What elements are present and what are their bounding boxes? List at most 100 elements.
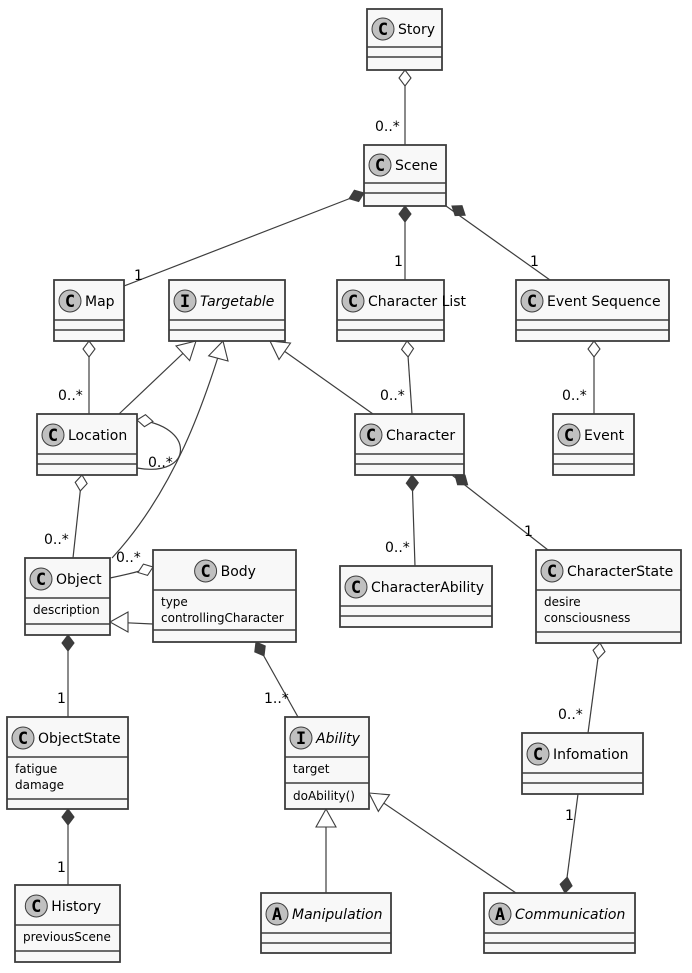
multiplicity-label: 1	[134, 268, 143, 284]
aggregation-diamond-icon	[398, 69, 412, 87]
class-name: Communication	[515, 907, 625, 923]
class-manipulation[interactable]: A Manipulation	[260, 892, 392, 954]
stereotype-letter: C	[200, 562, 210, 582]
composition-diamond-icon	[559, 876, 573, 894]
stereotype-letter: C	[527, 292, 537, 312]
class-ability[interactable]: I Ability target doAbility()	[284, 716, 370, 810]
relation-line	[368, 792, 517, 894]
class-map[interactable]: C Map	[53, 279, 125, 342]
generalization-arrow-icon	[315, 807, 337, 828]
class-box	[339, 565, 493, 628]
attribute: previousScene	[23, 930, 111, 944]
attribute: type	[161, 595, 188, 609]
attribute: description	[33, 603, 100, 617]
classes-layer: C Story C Scene C Map I Targetable C Character Li…	[6, 8, 682, 963]
multiplicity-label: 0..*	[562, 388, 587, 404]
class-box	[515, 279, 670, 342]
multiplicity-label: 0..*	[375, 119, 400, 135]
stereotype-letter: A	[495, 905, 505, 925]
class-name: CharacterState	[567, 564, 673, 580]
relation-aggregation-character-state-information[interactable]	[587, 642, 606, 734]
class-name: Map	[85, 294, 115, 310]
attribute: target	[293, 762, 330, 776]
generalization-arrow-icon	[108, 611, 129, 633]
class-communication[interactable]: A Communication	[483, 892, 636, 954]
aggregation-diamond-icon	[136, 414, 154, 428]
stereotype-letter: C	[65, 292, 75, 312]
multiplicity-label: 0..*	[148, 455, 173, 471]
class-event-sequence[interactable]: C Event Sequence	[515, 279, 670, 342]
class-name: History	[51, 899, 101, 915]
multiplicity-label: 1	[57, 691, 66, 707]
multiplicity-label: 0..*	[380, 388, 405, 404]
relation-realization-character-targetable[interactable]	[264, 333, 374, 415]
relation-realization-location-targetable[interactable]	[118, 334, 203, 415]
stereotype-letter: C	[351, 578, 361, 598]
multiplicity-label: 1	[57, 860, 66, 876]
class-name: Story	[398, 22, 435, 38]
stereotype-letter: C	[378, 20, 388, 40]
class-object[interactable]: C Object description	[24, 557, 111, 636]
relation-aggregation-story-scene[interactable]	[398, 69, 412, 145]
class-name: Infomation	[553, 747, 629, 763]
stereotype-letter: C	[31, 897, 41, 917]
class-name: Character	[386, 428, 455, 444]
stereotype-letter: A	[272, 905, 282, 925]
attribute: fatigue	[15, 762, 57, 776]
relation-composition-character-character-state[interactable]	[451, 470, 549, 551]
composition-diamond-icon	[405, 474, 419, 492]
class-event[interactable]: C Event	[552, 413, 635, 476]
class-character-ability[interactable]: C CharacterAbility	[339, 565, 493, 628]
multiplicity-label: 0..*	[385, 540, 410, 556]
class-name: Location	[68, 428, 127, 444]
relation-line	[123, 192, 365, 287]
stereotype-letter: C	[547, 562, 557, 582]
relation-line	[451, 474, 549, 551]
multiplicity-label: 0..*	[558, 707, 583, 723]
class-body[interactable]: C Body type controllingCharacter	[152, 549, 297, 643]
relation-inheritance-body-object[interactable]	[108, 611, 154, 633]
relation-inheritance-manipulation-ability[interactable]	[315, 807, 337, 893]
method: doAbility()	[293, 789, 355, 803]
class-name: Event Sequence	[547, 294, 661, 310]
stereotype-letter: C	[366, 426, 376, 446]
class-object-state[interactable]: C ObjectState fatigue damage	[6, 716, 129, 810]
multiplicity-label: 0..*	[58, 388, 83, 404]
relation-composition-scene-map[interactable]	[123, 187, 366, 287]
relation-aggregation-event-sequence-event[interactable]	[587, 340, 601, 414]
class-character[interactable]: C Character	[354, 413, 465, 476]
class-name: Body	[221, 564, 256, 580]
class-character-list[interactable]: C Character List	[336, 279, 467, 342]
class-location[interactable]: C Location	[36, 413, 138, 476]
relation-line	[269, 340, 374, 415]
class-history[interactable]: C History previousScene	[14, 884, 121, 963]
stereotype-letter: C	[533, 745, 543, 765]
relation-aggregation-location-object[interactable]	[72, 474, 88, 559]
multiplicity-label: 1	[524, 524, 533, 540]
relation-aggregation-map-location[interactable]	[82, 340, 96, 414]
aggregation-diamond-icon	[587, 340, 601, 358]
stereotype-letter: C	[48, 426, 58, 446]
class-scene[interactable]: C Scene	[363, 144, 447, 207]
stereotype-letter: I	[296, 729, 306, 749]
stereotype-letter: C	[348, 292, 358, 312]
stereotype-letter: C	[375, 156, 385, 176]
class-name: Event	[584, 428, 625, 444]
multiplicity-label: 1	[565, 808, 574, 824]
composition-diamond-icon	[61, 634, 75, 652]
multiplicity-label: 0..*	[44, 532, 69, 548]
class-name: Targetable	[200, 294, 274, 310]
class-information[interactable]: C Infomation	[521, 732, 644, 795]
stereotype-letter: I	[180, 292, 190, 312]
class-name: ObjectState	[38, 731, 121, 747]
uml-class-diagram: C Story C Scene C Map I Targetable C Character Li…	[6, 8, 682, 963]
composition-diamond-icon	[398, 205, 412, 223]
class-name: CharacterAbility	[371, 580, 484, 596]
class-name: Manipulation	[292, 907, 382, 923]
class-targetable[interactable]: I Targetable	[168, 279, 286, 342]
relation-inheritance-communication-ability[interactable]	[363, 785, 517, 894]
class-character-state[interactable]: C CharacterState desire consciousness	[535, 549, 682, 644]
class-name: Scene	[395, 158, 438, 174]
class-story[interactable]: C Story	[366, 8, 443, 71]
attribute: damage	[15, 778, 64, 792]
